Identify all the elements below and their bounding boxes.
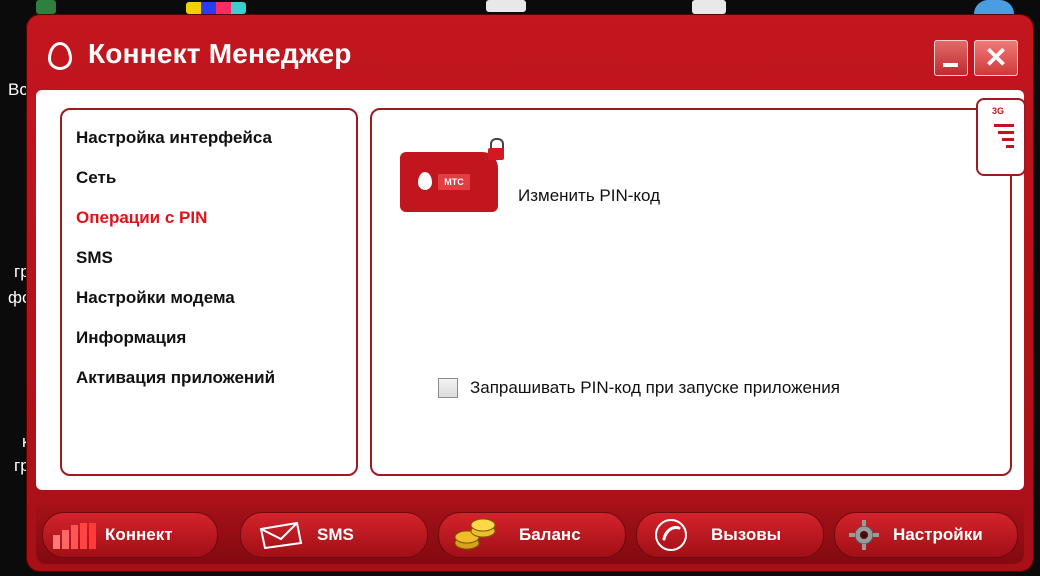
sim-card-icon[interactable]: МТС [400, 152, 498, 212]
desktop-icon [692, 0, 726, 14]
window-title: Коннект Менеджер [88, 38, 352, 69]
envelope-icon [259, 521, 303, 549]
settings-menu: Настройка интерфейса Сеть Операции с PIN… [76, 128, 275, 408]
signal-icon [994, 124, 1014, 127]
balance-button[interactable]: Баланс [438, 512, 626, 558]
sidebar-item-app-activation[interactable]: Активация приложений [76, 368, 275, 408]
sim-brand-label: МТС [438, 174, 470, 190]
mts-egg-icon [418, 172, 432, 190]
signal-icon-bar [1006, 145, 1014, 148]
sidebar-item-pin-operations[interactable]: Операции с PIN [76, 208, 275, 248]
connect-label: Коннект [105, 525, 173, 544]
signal-bars-icon [53, 523, 96, 549]
settings-content: Настройка интерфейса Сеть Операции с PIN… [36, 90, 1026, 490]
sidebar-item-sms[interactable]: SMS [76, 248, 275, 288]
settings-label: Настройки [893, 525, 983, 544]
sidebar-item-interface[interactable]: Настройка интерфейса [76, 128, 275, 168]
desktop-text: Вс [8, 80, 28, 99]
network-type-label: 3G [992, 106, 1005, 116]
lock-body [488, 148, 504, 160]
sms-button[interactable]: SMS [240, 512, 428, 558]
connect-button[interactable]: Коннект [42, 512, 218, 558]
calls-button[interactable]: Вызовы [636, 512, 824, 558]
connect-manager-window: Коннект Менеджер ✕ Настройка интерфейса … [26, 14, 1034, 572]
close-button[interactable]: ✕ [974, 40, 1018, 76]
gear-icon [849, 520, 879, 550]
desktop-icon [36, 0, 56, 14]
change-pin-link[interactable]: Изменить PIN-код [518, 186, 660, 206]
close-icon: ✕ [984, 42, 1008, 73]
minimize-button[interactable] [934, 40, 968, 76]
mts-egg-logo-icon [48, 42, 72, 70]
phone-handset-icon [655, 519, 687, 551]
desktop-icon [486, 0, 526, 12]
title-bar[interactable]: Коннект Менеджер ✕ [26, 14, 1034, 90]
ask-pin-checkbox[interactable] [438, 378, 458, 398]
sidebar-item-modem-settings[interactable]: Настройки модема [76, 288, 275, 328]
bottom-toolbar: Коннект SMS Баланс Вызовы Настройки [36, 504, 1024, 564]
minimize-icon [943, 63, 958, 67]
coins-icon [454, 518, 496, 550]
settings-sidebar: Настройка интерфейса Сеть Операции с PIN… [60, 108, 358, 476]
desktop-icon [974, 0, 1014, 14]
signal-icon-bar [998, 131, 1014, 134]
calls-label: Вызовы [711, 525, 782, 544]
lock-icon [486, 138, 506, 160]
signal-icon-bar [1002, 138, 1014, 141]
settings-button[interactable]: Настройки [834, 512, 1018, 558]
desktop-icon [186, 2, 246, 14]
network-3g-tab[interactable]: 3G [976, 98, 1026, 176]
sms-label: SMS [317, 525, 354, 544]
balance-label: Баланс [519, 525, 581, 544]
sidebar-item-network[interactable]: Сеть [76, 168, 275, 208]
sidebar-item-information[interactable]: Информация [76, 328, 275, 368]
ask-pin-label: Запрашивать PIN-код при запуске приложен… [470, 378, 841, 397]
